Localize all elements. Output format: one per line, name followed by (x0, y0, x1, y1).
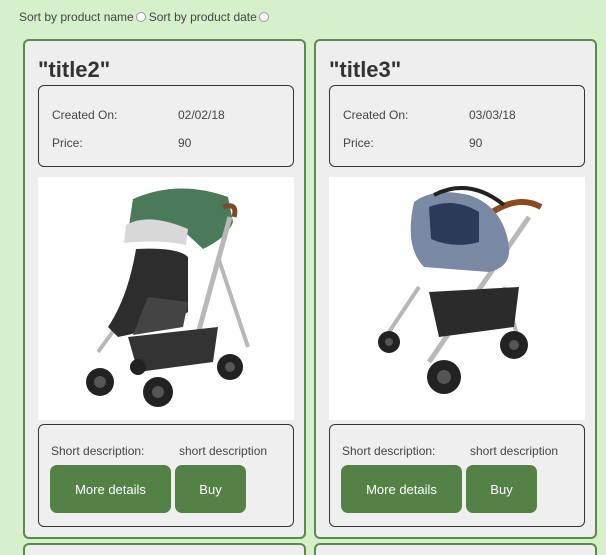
stroller-car-seat-image (378, 186, 543, 394)
sort-by-name-label: Sort by product name (19, 10, 134, 24)
product-info-box: Created On: 03/03/18 Price: 90 (329, 85, 585, 167)
product-title: "title2" (38, 57, 111, 82)
sort-by-name-radio[interactable] (135, 12, 146, 22)
product-info-box: Created On: 02/02/18 Price: 90 (38, 85, 294, 167)
created-row: Created On: 03/03/18 (343, 108, 516, 122)
short-description-label: Short description: (342, 444, 436, 458)
price-label: Price: (343, 136, 374, 150)
more-details-button[interactable]: More details (50, 465, 171, 513)
created-label: Created On: (343, 108, 409, 122)
created-label: Created On: (52, 108, 118, 122)
price-value: 90 (178, 136, 192, 150)
short-description-label: Short description: (51, 444, 145, 458)
description-box: Short description: short description Mor… (329, 424, 585, 527)
sort-bar: Sort by product name Sort by product dat… (19, 10, 272, 24)
short-description-row: Short description: short description (342, 444, 558, 458)
price-row: Price: 90 (52, 136, 191, 150)
buy-button[interactable]: Buy (466, 465, 537, 513)
created-value: 03/03/18 (469, 108, 516, 122)
price-row: Price: 90 (343, 136, 482, 150)
product-card: "title2" Created On: 02/02/18 Price: 90 (23, 39, 306, 539)
created-value: 02/02/18 (178, 108, 225, 122)
short-description-value: short description (470, 444, 559, 458)
product-card-partial (314, 543, 597, 555)
product-image (38, 177, 294, 420)
price-label: Price: (52, 136, 83, 150)
short-description-row: Short description: short description (51, 444, 267, 458)
buy-button[interactable]: Buy (175, 465, 246, 513)
sort-by-date-radio[interactable] (258, 12, 269, 22)
created-row: Created On: 02/02/18 (52, 108, 225, 122)
sort-by-date-label: Sort by product date (148, 10, 257, 24)
product-image (329, 177, 585, 420)
description-box: Short description: short description Mor… (38, 424, 294, 527)
more-details-button[interactable]: More details (341, 465, 462, 513)
product-card: "title3" Created On: 03/03/18 Price: 90 (314, 39, 597, 539)
price-value: 90 (469, 136, 483, 150)
short-description-value: short description (179, 444, 268, 458)
product-title: "title3" (329, 57, 402, 82)
stroller-green-canopy-image (86, 188, 250, 407)
product-card-partial (23, 543, 306, 555)
